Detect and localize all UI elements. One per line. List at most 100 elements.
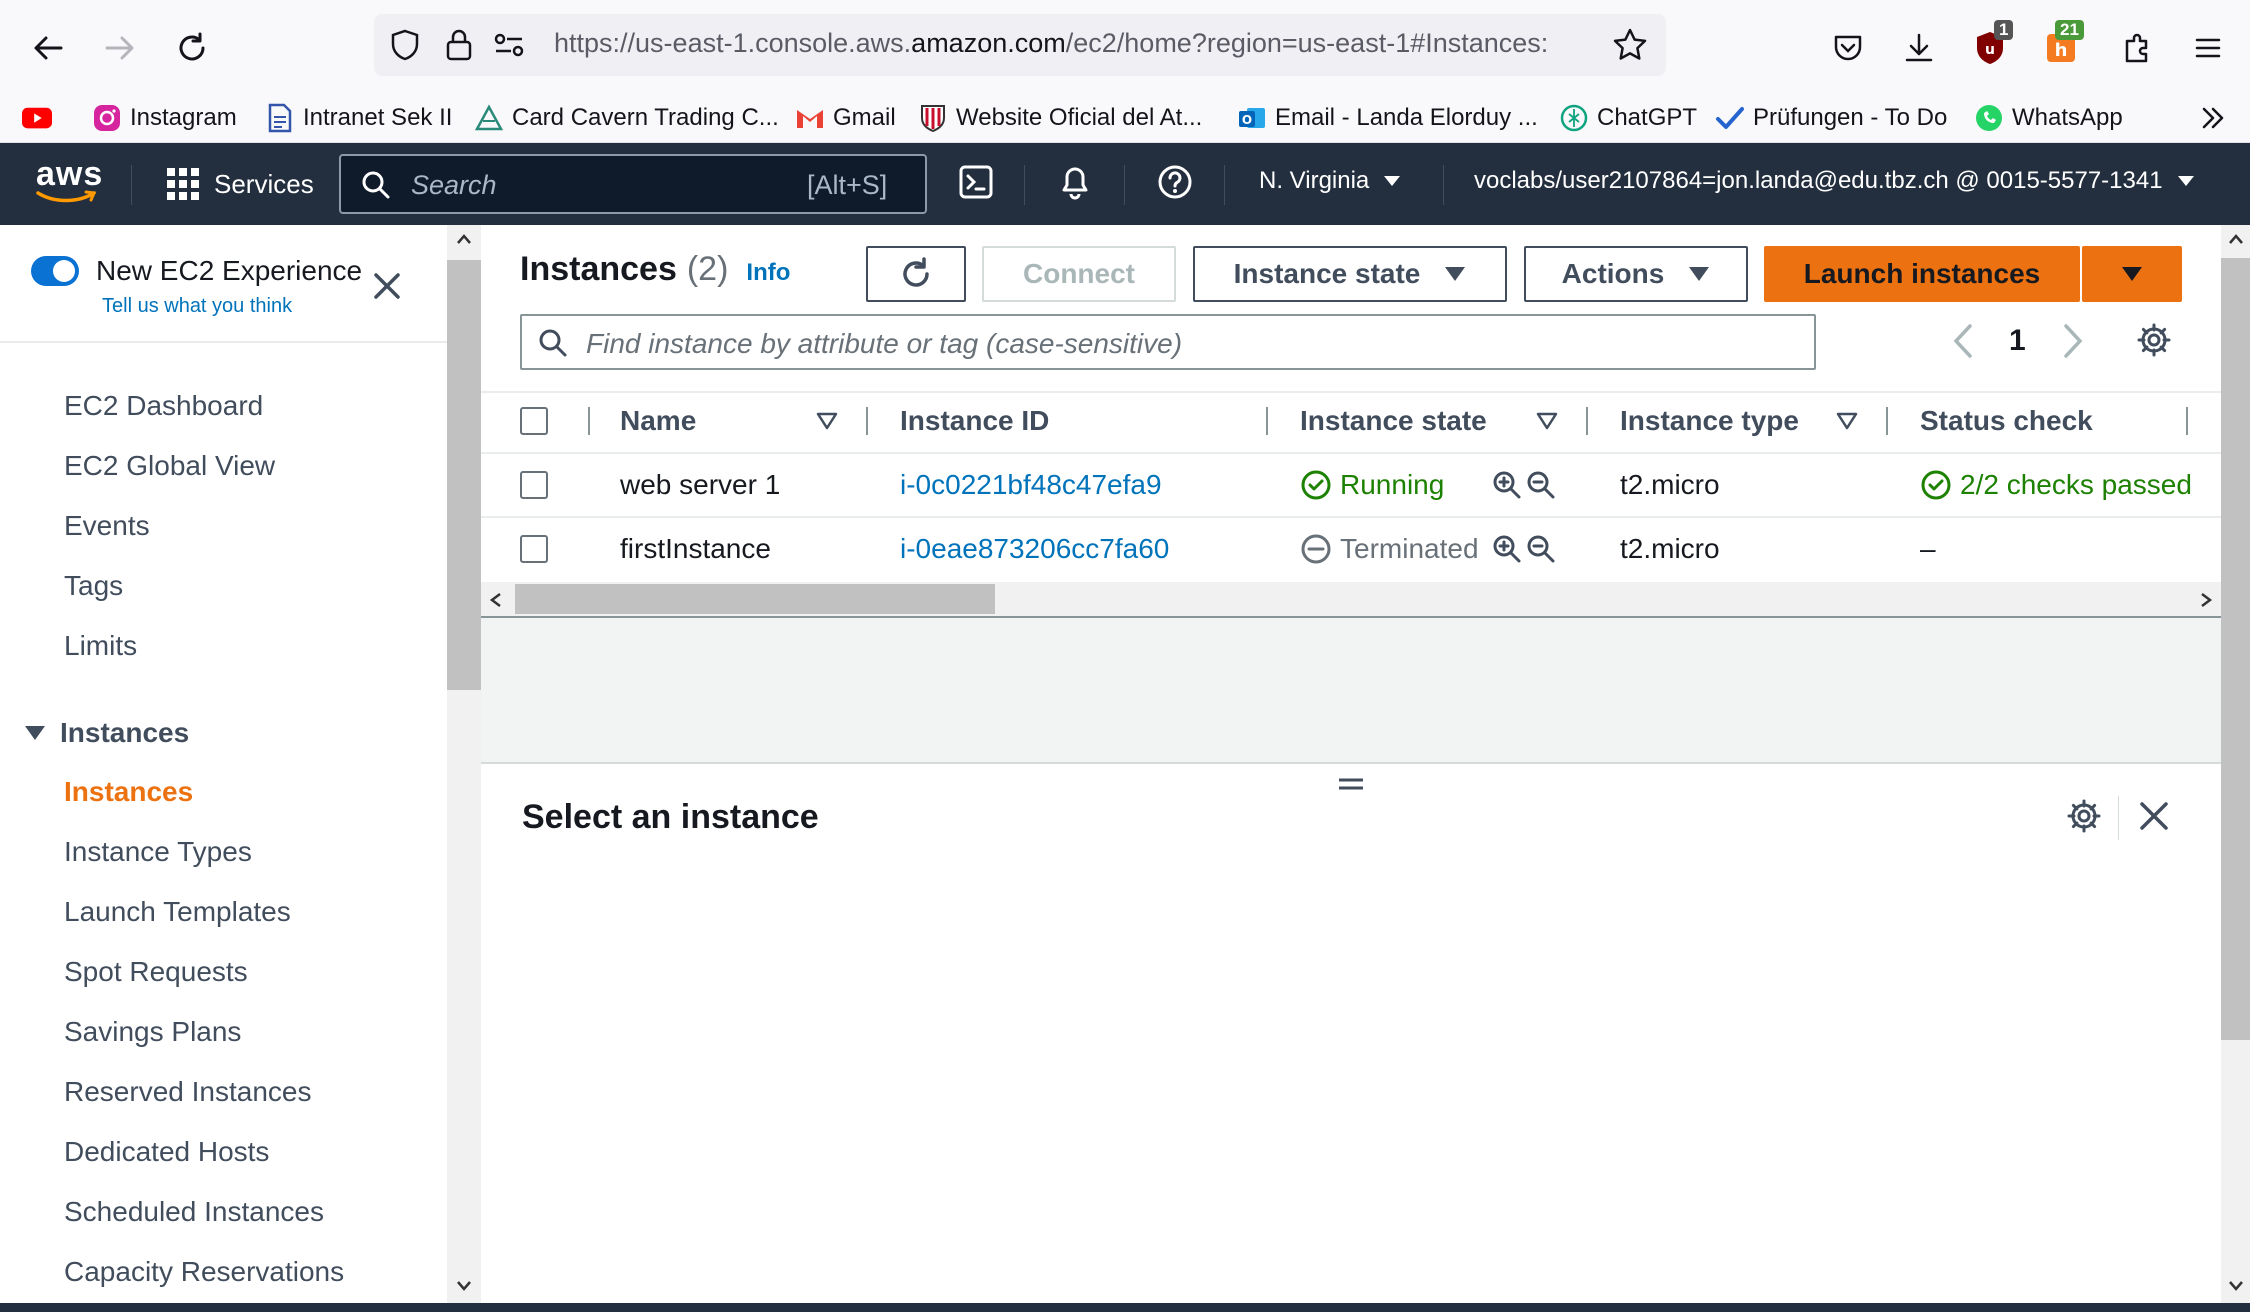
bookmark-todo[interactable]: Prüfungen - To Do [1715, 101, 1947, 135]
refresh-button[interactable] [866, 246, 966, 302]
sidebar-item-ec2-global-view[interactable]: EC2 Global View [64, 450, 275, 482]
sidebar-item-capacity-reservations[interactable]: Capacity Reservations [64, 1256, 344, 1288]
bookmark-youtube[interactable] [22, 101, 60, 135]
url-bar[interactable]: https://us-east-1.console.aws.amazon.com… [374, 14, 1666, 76]
row-checkbox[interactable] [520, 535, 548, 563]
sidebar-item-launch-templates[interactable]: Launch Templates [64, 896, 291, 928]
instance-state-dropdown[interactable]: Instance state [1193, 246, 1507, 302]
bookmark-label: Website Oficial del At... [956, 104, 1203, 131]
cloudshell-button[interactable] [958, 164, 994, 200]
sidebar-item-instance-types[interactable]: Instance Types [64, 836, 252, 868]
row-checkbox[interactable] [520, 471, 548, 499]
sidebar-item-scheduled-instances[interactable]: Scheduled Instances [64, 1196, 324, 1228]
details-preferences-button[interactable] [2066, 798, 2102, 834]
zoom-in-icon[interactable] [1492, 534, 1522, 564]
sort-caret-icon[interactable] [1536, 412, 1558, 430]
zoom-out-icon[interactable] [1526, 470, 1556, 500]
notifications-button[interactable] [1057, 163, 1093, 201]
page-scroll-thumb[interactable] [2221, 258, 2250, 1040]
table-preferences-button[interactable] [2136, 322, 2172, 358]
new-experience-toggle[interactable] [30, 255, 80, 287]
bookmark-gmail[interactable]: Gmail [795, 101, 896, 135]
close-details-button[interactable] [2138, 800, 2170, 832]
sidebar-section-instances[interactable]: Instances [24, 717, 189, 749]
column-header-status-check[interactable]: Status check [1920, 405, 2093, 437]
prev-page-button[interactable] [1950, 322, 1976, 360]
gear-icon [2067, 799, 2101, 833]
instagram-icon [92, 103, 122, 133]
reload-button[interactable] [166, 22, 218, 74]
permissions-icon[interactable] [492, 30, 526, 60]
column-header-instance-state[interactable]: Instance state [1300, 405, 1487, 437]
account-menu[interactable]: voclabs/user2107864=jon.landa@edu.tbz.ch… [1474, 167, 2195, 195]
forward-button[interactable] [94, 22, 146, 74]
actions-dropdown[interactable]: Actions [1524, 246, 1748, 302]
extensions-puzzle-icon[interactable] [2112, 22, 2164, 74]
bookmarks-overflow-chevron-icon[interactable] [2198, 101, 2228, 135]
column-header-instance-type[interactable]: Instance type [1620, 405, 1799, 437]
sort-caret-icon[interactable] [1836, 412, 1858, 430]
instance-filter-input[interactable]: Find instance by attribute or tag (case-… [520, 314, 1816, 370]
bookmark-card-cavern[interactable]: Card Cavern Trading C... [474, 101, 779, 135]
help-button[interactable] [1157, 164, 1193, 200]
pocket-icon[interactable] [1822, 22, 1874, 74]
scroll-left-icon [489, 593, 501, 607]
sidebar-item-instances[interactable]: Instances [64, 776, 193, 808]
column-separator [866, 407, 868, 435]
sort-caret-icon[interactable] [816, 412, 838, 430]
launch-instances-button[interactable]: Launch instances [1764, 246, 2080, 302]
extension-h-icon[interactable]: h 21 [2035, 20, 2087, 74]
sidebar-scroll-thumb[interactable] [447, 260, 481, 690]
sidebar-item-tags[interactable]: Tags [64, 570, 123, 602]
back-button[interactable] [22, 22, 74, 74]
zoom-in-icon[interactable] [1492, 470, 1522, 500]
instance-name: firstInstance [620, 533, 771, 564]
launch-options-button[interactable] [2082, 246, 2182, 302]
bookmark-whatsapp[interactable]: WhatsApp [1974, 101, 2123, 135]
close-sidebar-button[interactable] [372, 271, 402, 301]
sidebar-item-spot-requests[interactable]: Spot Requests [64, 956, 248, 988]
aws-logo[interactable]: aws [36, 155, 103, 204]
bookmark-outlook[interactable]: O Email - Landa Elorduy ... [1237, 101, 1538, 135]
select-all-checkbox[interactable] [520, 407, 548, 435]
chatgpt-icon [1559, 103, 1589, 133]
url-text[interactable]: https://us-east-1.console.aws.amazon.com… [554, 28, 1548, 59]
info-link[interactable]: Info [746, 259, 790, 287]
shield-icon[interactable] [388, 28, 422, 62]
sidebar-item-savings-plans[interactable]: Savings Plans [64, 1016, 241, 1048]
current-page[interactable]: 1 [2009, 324, 2026, 358]
column-separator [2186, 407, 2188, 435]
split-divider[interactable] [481, 762, 2221, 764]
region-selector[interactable]: N. Virginia [1259, 167, 1401, 195]
table-horizontal-scrollbar[interactable] [481, 582, 2221, 616]
feedback-link[interactable]: Tell us what you think [102, 295, 292, 318]
sidebar-item-ec2-dashboard[interactable]: EC2 Dashboard [64, 390, 263, 422]
drag-handle-icon[interactable] [1338, 776, 1364, 792]
connect-button[interactable]: Connect [982, 246, 1176, 302]
sidebar-item-limits[interactable]: Limits [64, 630, 137, 662]
bookmark-chatgpt[interactable]: ChatGPT [1559, 101, 1697, 135]
sidebar-item-dedicated-hosts[interactable]: Dedicated Hosts [64, 1136, 269, 1168]
zoom-out-icon[interactable] [1526, 534, 1556, 564]
instance-id-link[interactable]: i-0c0221bf48c47efa9 [900, 469, 1162, 501]
services-menu-button[interactable]: Services [166, 164, 314, 204]
whatsapp-icon [1974, 103, 2004, 133]
sidebar-item-reserved-instances[interactable]: Reserved Instances [64, 1076, 311, 1108]
bookmark-star-icon[interactable] [1612, 27, 1648, 63]
sidebar-item-events[interactable]: Events [64, 510, 150, 542]
next-page-button[interactable] [2060, 322, 2086, 360]
refresh-icon [903, 257, 929, 287]
menu-hamburger-icon[interactable] [2182, 22, 2234, 74]
bookmark-intranet[interactable]: Intranet Sek II [265, 101, 452, 135]
downloads-icon[interactable] [1893, 22, 1945, 74]
instance-id-link[interactable]: i-0eae873206cc7fa60 [900, 533, 1169, 565]
caret-down-icon [25, 726, 45, 740]
ublock-extension-icon[interactable]: u 1 [1964, 20, 2016, 74]
table-scroll-thumb[interactable] [515, 584, 995, 614]
bookmark-athletic[interactable]: Website Oficial del At... [918, 101, 1202, 135]
lock-icon[interactable] [444, 28, 474, 62]
aws-search-input[interactable]: Search [Alt+S] [339, 154, 927, 214]
column-header-name[interactable]: Name [620, 405, 696, 437]
column-header-instance-id[interactable]: Instance ID [900, 405, 1049, 437]
bookmark-instagram[interactable]: Instagram [92, 101, 237, 135]
